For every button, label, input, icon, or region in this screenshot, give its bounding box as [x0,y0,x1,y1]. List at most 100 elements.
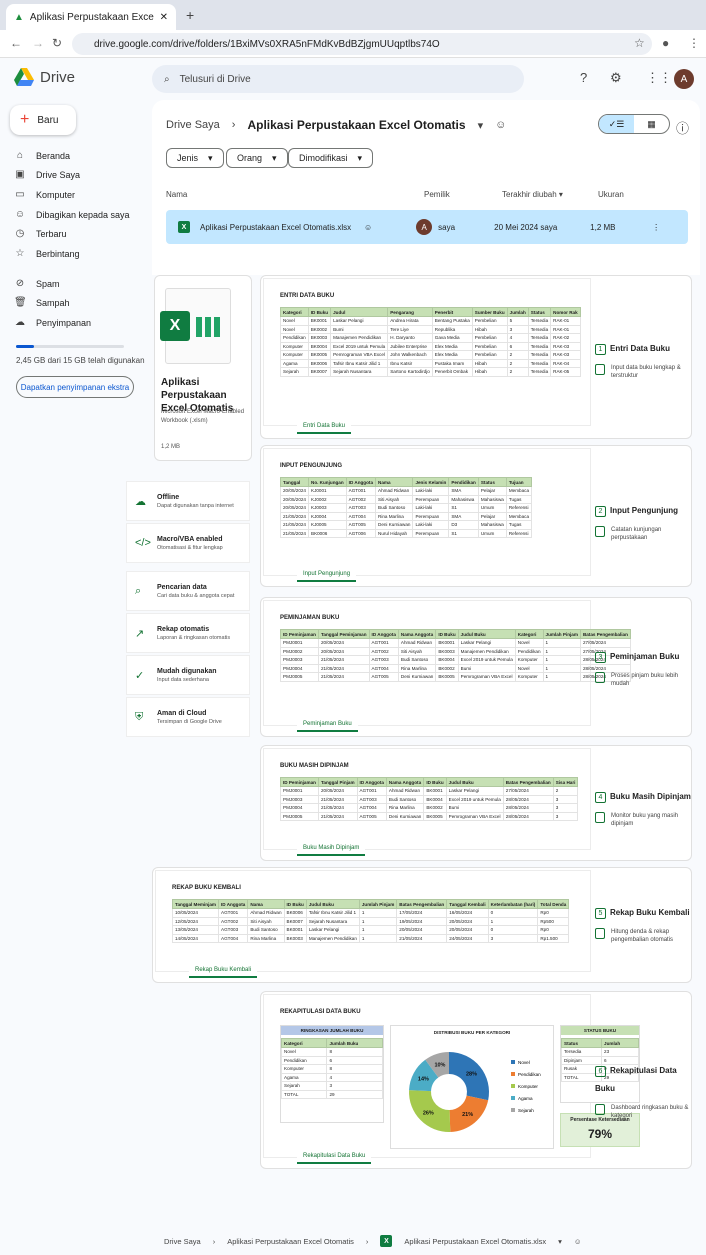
feature-desc: Laporan & ringkasan otomatis [157,635,231,641]
search-input[interactable]: Telusuri di Drive [180,74,251,85]
step-number: 4 [595,792,606,803]
new-button[interactable]: + Baru [10,105,76,135]
more-options-icon[interactable]: ⋮ [652,223,660,232]
table-cell: Tersedia [527,358,552,368]
table-cell: Bumi [457,663,516,673]
back-icon[interactable]: ← [10,36,22,50]
sheet-tab[interactable]: Buku Masih Dipinjam [297,842,366,856]
table-cell: AGT005 [356,811,387,821]
file-row[interactable]: X Aplikasi Perpustakaan Excel Otomatis.x… [166,210,688,244]
forward-icon[interactable]: → [32,36,44,50]
table-cell: Deni Kurniawan [397,672,437,682]
table-cell: BK0001 [307,316,332,326]
filter-modified[interactable]: Dimodifikasi ▾ [288,148,374,168]
table-cell: Tere Liye [387,324,433,334]
sidebar-item-recent[interactable]: ◷ Terbaru [14,228,67,239]
info-icon[interactable]: ⓘ [676,118,689,137]
sidebar-item-my-drive[interactable]: ▣ Drive Saya [14,169,80,180]
table-cell: KJ0002 [308,494,347,504]
chevron-down-icon[interactable]: ▾ [558,1237,562,1246]
shared-people-icon: ☺ [573,1236,582,1246]
search-bar[interactable]: ⌕ Telusuri di Drive [152,65,524,93]
url-field[interactable]: drive.google.com/drive/folders/1BxiMVs0X… [72,33,652,55]
table-cell: Novel [280,316,309,326]
footer-folder[interactable]: Aplikasi Perpustakaan Excel Otomatis [227,1237,354,1246]
sheet-preview-5[interactable]: REKAP BUKU KEMBALI Tanggal Meminjam ID Ang… [152,867,692,983]
browser-tab[interactable]: ▲ Aplikasi Perpustakaan Excel Otom ✕ [6,4,176,30]
profile-icon[interactable]: ● [662,36,669,50]
column-modified[interactable]: Terakhir diubah ▾ [502,190,563,199]
breadcrumb-folder[interactable]: Aplikasi Perpustakaan Excel Otomatis [247,118,465,132]
table-cell: 28/05/2024 [502,794,554,804]
table-cell: Sejarah [280,367,309,377]
column-header: Jumlah Buku [326,1038,383,1048]
feature-item: ☁ Offline Dapat digunakan tanpa internet [126,481,250,521]
footer-root[interactable]: Drive Saya [164,1237,201,1246]
sheet-tab[interactable]: Input Pengunjung [297,568,357,582]
new-tab-icon[interactable]: + [186,7,194,23]
sheet-tab[interactable]: Entri Data Buku [297,420,352,434]
legend-swatch [511,1096,515,1100]
grid-view-icon[interactable]: ▦ [634,115,669,133]
footer-file[interactable]: Aplikasi Perpustakaan Excel Otomatis.xls… [404,1237,546,1246]
column-name[interactable]: Nama [166,190,187,199]
settings-gear-icon[interactable]: ⚙ [610,70,622,86]
feature-icon: </> [135,537,151,549]
sidebar-item-label: Drive Saya [36,169,81,180]
sheet-tab[interactable]: Rekapitulasi Data Buku [297,1150,372,1164]
apps-grid-icon[interactable]: ⋮⋮ [646,70,672,86]
sidebar-item-storage[interactable]: ☁ Penyimpanan [14,317,91,328]
chevron-down-icon[interactable]: ▾ [478,119,484,132]
sidebar-item-trash[interactable]: 🗑 Sampah [14,297,70,308]
column-owner[interactable]: Pemilik [424,190,450,199]
feature-title: Macro/VBA enabled [157,536,223,543]
drive-logo[interactable]: Drive [14,68,75,86]
url-text: drive.google.com/drive/folders/1BxiMVs0X… [94,38,440,50]
reload-icon[interactable]: ↻ [52,36,62,50]
help-icon[interactable]: ? [580,70,587,85]
sheet-preview-3[interactable]: PEMINJAMAN BUKU ID Peminjaman Tanggal Pemi… [260,597,692,737]
browser-menu-icon[interactable]: ⋮ [688,36,700,50]
list-view-icon[interactable]: ✓☰ [599,115,634,133]
sheet-table: ID Peminjaman Tanggal Peminjaman ID Anggot… [280,629,631,682]
table-cell: Siti Aisyah [374,494,414,504]
people-icon: ☺ [14,209,26,220]
table-cell: Sejarah [280,1081,328,1091]
sidebar-item-starred[interactable]: ☆ Berbintang [14,248,80,259]
filter-type[interactable]: Jenis ▾ [166,148,224,168]
filter-people[interactable]: Orang ▾ [226,148,288,168]
table-cell: 1 [358,933,398,943]
table-row: Agama 4 [280,1072,383,1082]
breadcrumb-root[interactable]: Drive Saya [166,119,220,131]
close-tab-icon[interactable]: ✕ [160,12,168,23]
account-avatar[interactable]: A [674,69,694,89]
column-header: Jumlah Pinjam [542,629,581,639]
breadcrumb: Drive Saya › Aplikasi Perpustakaan Excel… [166,118,506,132]
column-header: ID Peminjaman [280,629,319,639]
trash-icon: 🗑 [14,297,27,308]
sheet-preview-1[interactable]: ENTRI DATA BUKU Kategori ID Buku Judul Penga… [260,275,692,439]
table-cell: 21/05/2024 [317,663,370,673]
sidebar-item-spam[interactable]: ⊘ Spam [14,278,60,289]
sidebar-item-computers[interactable]: ▭ Komputer [14,189,75,200]
sheet-preview-dashboard[interactable]: REKAPITULASI DATA BUKU RINGKASAN JUMLAH … [260,991,692,1169]
sheet-tab[interactable]: Rekap Buku Kembali [189,964,258,978]
shared-folder-icon[interactable]: ☺ [495,119,506,131]
sheet-tab[interactable]: Peminjaman Buku [297,718,358,732]
column-size[interactable]: Ukuran [598,190,624,199]
sheet-title: INPUT PENGUNJUNG [280,463,343,469]
sidebar-item-home[interactable]: ⌂ Beranda [14,150,70,161]
table-cell: Komputer [514,655,544,665]
sidebar-item-shared[interactable]: ☺ Dibagikan kepada saya [14,209,130,220]
table-cell: SMA [448,486,479,496]
feature-title: Mudah digunakan [157,668,217,675]
chevron-right-icon: › [231,119,236,131]
feature-item: ↗ Rekap otomatis Laporan & ringkasan otoma… [126,613,250,653]
column-header: Jumlah [601,1038,639,1048]
bookmark-star-icon[interactable]: ☆ [634,36,645,50]
sheet-preview-2[interactable]: INPUT PENGUNJUNG Tanggal No. Kunjungan ID A… [260,445,692,587]
footer-breadcrumb: Drive Saya › Aplikasi Perpustakaan Excel… [164,1235,582,1247]
table-cell: Pemrograman VBA Excel [445,811,504,821]
sheet-preview-4[interactable]: BUKU MASIH DIPINJAM ID Peminjaman Tanggal … [260,745,692,861]
get-storage-button[interactable]: Dapatkan penyimpanan ekstra [16,376,134,398]
